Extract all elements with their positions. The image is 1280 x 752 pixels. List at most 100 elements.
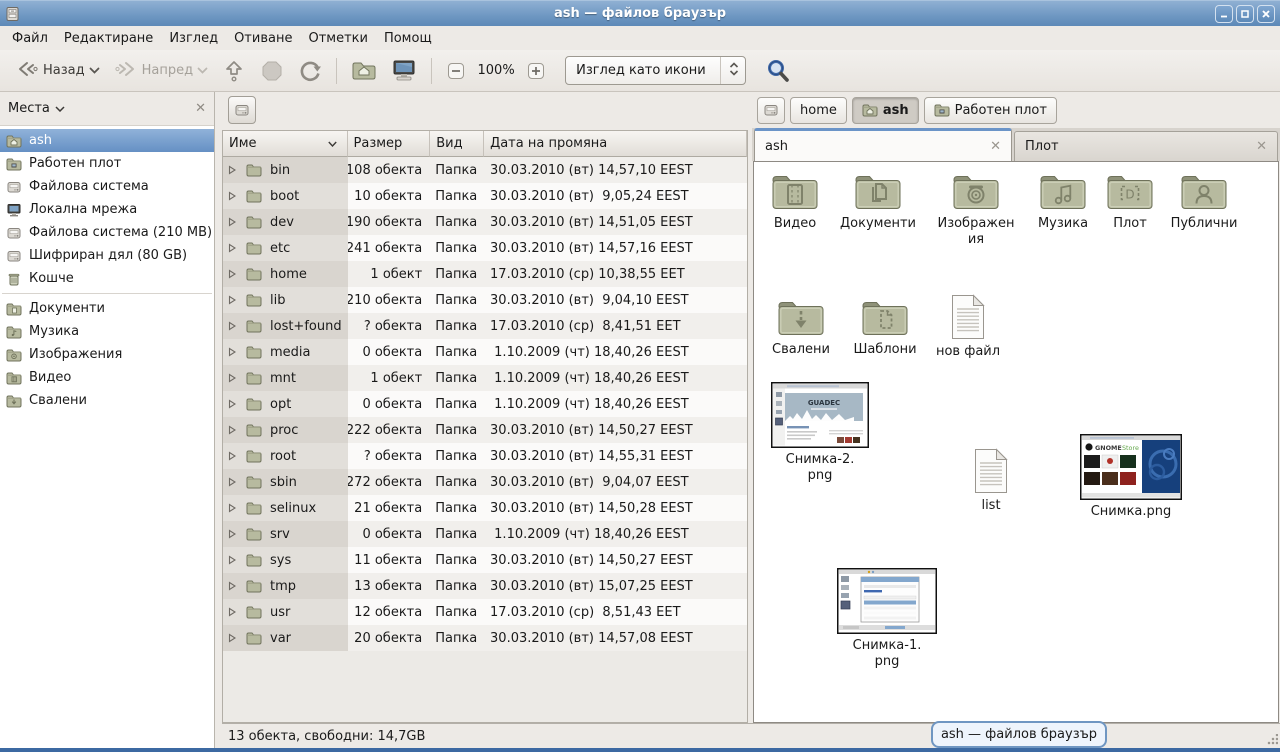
expander-icon[interactable]	[228, 451, 236, 461]
expander-icon[interactable]	[228, 555, 236, 565]
column-header-4[interactable]: Дата на промяна	[484, 131, 747, 157]
table-row[interactable]: selinux21 обектаПапка30.03.2010 (вт) 14,…	[223, 495, 747, 521]
file-type: Папка	[430, 495, 484, 521]
reload-button[interactable]	[291, 54, 329, 88]
expander-icon[interactable]	[228, 243, 236, 253]
table-row[interactable]: usr12 обектаПапка17.03.2010 (ср) 8,51,43…	[223, 599, 747, 625]
table-row[interactable]: boot10 обектаПапка30.03.2010 (вт) 9,05,2…	[223, 183, 747, 209]
table-row[interactable]: bin108 обектаПапка30.03.2010 (вт) 14,57,…	[223, 157, 747, 183]
expander-icon[interactable]	[228, 503, 236, 513]
sidebar-item[interactable]: Локална мрежа	[0, 198, 214, 221]
sidebar-item[interactable]: Музика	[0, 320, 214, 343]
file-item-Изображения[interactable]: Изображения	[928, 172, 1024, 248]
sidebar-item[interactable]: Документи	[0, 297, 214, 320]
tab-close-icon[interactable]: ✕	[990, 139, 1001, 154]
file-item-Свалени[interactable]: Свалени	[753, 298, 849, 358]
file-item-Публични[interactable]: Публични	[1156, 172, 1252, 232]
table-row[interactable]: media0 обектаПапка 1.10.2009 (чт) 18,40,…	[223, 339, 747, 365]
file-item-Снимка.png[interactable]: GNOMEStoreСнимка.png	[1083, 434, 1179, 520]
menu-item-2[interactable]: Редактиране	[56, 29, 161, 48]
tab-Плот[interactable]: Плот✕	[1014, 131, 1278, 161]
breadcrumb-button-Работен плот[interactable]: Работен плот	[924, 97, 1057, 124]
expander-icon[interactable]	[228, 191, 236, 201]
expander-icon[interactable]	[228, 581, 236, 591]
maximize-button[interactable]	[1236, 5, 1254, 23]
menu-item-4[interactable]: Отиване	[226, 29, 300, 48]
menu-item-5[interactable]: Отметки	[300, 29, 375, 48]
zoom-in-button[interactable]	[519, 56, 553, 86]
expander-icon[interactable]	[228, 217, 236, 227]
sidebar-item[interactable]: Кошче	[0, 267, 214, 290]
tab-close-icon[interactable]: ✕	[1256, 139, 1267, 154]
search-button[interactable]	[758, 53, 798, 89]
table-row[interactable]: mnt1 обектПапка 1.10.2009 (чт) 18,40,26 …	[223, 365, 747, 391]
breadcrumb-button-ash[interactable]: ash	[852, 97, 919, 124]
table-row[interactable]: home1 обектПапка17.03.2010 (ср) 10,38,55…	[223, 261, 747, 287]
expander-icon[interactable]	[228, 269, 236, 279]
menu-item-6[interactable]: Помощ	[376, 29, 440, 48]
table-row[interactable]: opt0 обектаПапка 1.10.2009 (чт) 18,40,26…	[223, 391, 747, 417]
file-item-label: Музика	[1038, 216, 1088, 232]
close-button[interactable]	[1257, 5, 1275, 23]
file-item-Документи[interactable]: Документи	[830, 172, 926, 232]
file-item-нов файл[interactable]: нов файл	[920, 294, 1016, 360]
expander-icon[interactable]	[228, 347, 236, 357]
breadcrumb-button-home[interactable]: home	[790, 97, 847, 124]
expander-icon[interactable]	[228, 607, 236, 617]
table-row[interactable]: lost+found? обектаПапка17.03.2010 (ср) 8…	[223, 313, 747, 339]
column-header-2[interactable]: Размер	[348, 131, 431, 157]
menu-item-3[interactable]: Изглед	[161, 29, 226, 48]
resize-grip[interactable]	[1266, 734, 1278, 746]
expander-icon[interactable]	[228, 373, 236, 383]
expander-icon[interactable]	[228, 529, 236, 539]
computer-button[interactable]	[384, 54, 424, 88]
file-item-Снимка-2.png[interactable]: GUADECСнимка-2.png	[772, 382, 868, 484]
expander-icon[interactable]	[228, 321, 236, 331]
menu-item-1[interactable]: Файл	[4, 29, 56, 48]
table-row[interactable]: etc241 обектаПапка30.03.2010 (вт) 14,57,…	[223, 235, 747, 261]
sidebar-item[interactable]: Файлова система (210 MB)	[0, 221, 214, 244]
sidebar-item[interactable]: Файлова система	[0, 175, 214, 198]
root-location-button[interactable]	[228, 96, 256, 124]
column-header-3[interactable]: Вид	[430, 131, 484, 157]
table-row[interactable]: root? обектаПапка30.03.2010 (вт) 14,55,3…	[223, 443, 747, 469]
expander-icon[interactable]	[228, 425, 236, 435]
sidebar-item[interactable]: Видео	[0, 366, 214, 389]
table-row[interactable]: dev190 обектаПапка30.03.2010 (вт) 14,51,…	[223, 209, 747, 235]
forward-button[interactable]: Напред	[107, 55, 215, 87]
file-item-Видео[interactable]: Видео	[747, 172, 843, 232]
expander-icon[interactable]	[228, 295, 236, 305]
table-row[interactable]: sbin272 обектаПапка30.03.2010 (вт) 9,04,…	[223, 469, 747, 495]
column-header-1[interactable]: Име	[223, 131, 348, 157]
table-row[interactable]: sys11 обектаПапка30.03.2010 (вт) 14,50,2…	[223, 547, 747, 573]
table-row[interactable]: tmp13 обектаПапка30.03.2010 (вт) 15,07,2…	[223, 573, 747, 599]
file-item-Снимка-1.png[interactable]: Снимка-1.png	[839, 568, 935, 670]
sidebar-item[interactable]: Шифриран дял (80 GB)	[0, 244, 214, 267]
sidebar-item[interactable]: Изображения	[0, 343, 214, 366]
table-row[interactable]: srv0 обектаПапка 1.10.2009 (чт) 18,40,26…	[223, 521, 747, 547]
file-item-Шаблони[interactable]: Шаблони	[837, 298, 933, 358]
stop-button[interactable]	[253, 54, 291, 88]
minimize-button[interactable]	[1215, 5, 1233, 23]
expander-icon[interactable]	[228, 399, 236, 409]
table-row[interactable]: proc222 обектаПапка30.03.2010 (вт) 14,50…	[223, 417, 747, 443]
sidebar-header[interactable]: Места ✕	[0, 92, 214, 126]
expander-icon[interactable]	[228, 633, 236, 643]
file-item-list[interactable]: list	[943, 448, 1039, 514]
sidebar-close-icon[interactable]: ✕	[195, 101, 206, 116]
zoom-out-button[interactable]	[439, 56, 473, 86]
sidebar-item[interactable]: ash	[0, 129, 214, 152]
breadcrumb-button[interactable]	[757, 97, 785, 124]
home-button[interactable]	[344, 55, 384, 87]
tab-ash[interactable]: ash✕	[754, 128, 1012, 161]
expander-icon[interactable]	[228, 477, 236, 487]
sidebar-item[interactable]: Свалени	[0, 389, 214, 412]
table-row[interactable]: var20 обектаПапка30.03.2010 (вт) 14,57,0…	[223, 625, 747, 651]
back-button[interactable]: Назад	[8, 55, 107, 87]
view-mode-select[interactable]: Изглед като икони	[565, 56, 746, 85]
table-row[interactable]: lib210 обектаПапка30.03.2010 (вт) 9,04,1…	[223, 287, 747, 313]
up-button[interactable]	[215, 54, 253, 88]
back-dropdown-icon[interactable]	[89, 63, 100, 78]
sidebar-item[interactable]: Работен плот	[0, 152, 214, 175]
expander-icon[interactable]	[228, 165, 236, 175]
